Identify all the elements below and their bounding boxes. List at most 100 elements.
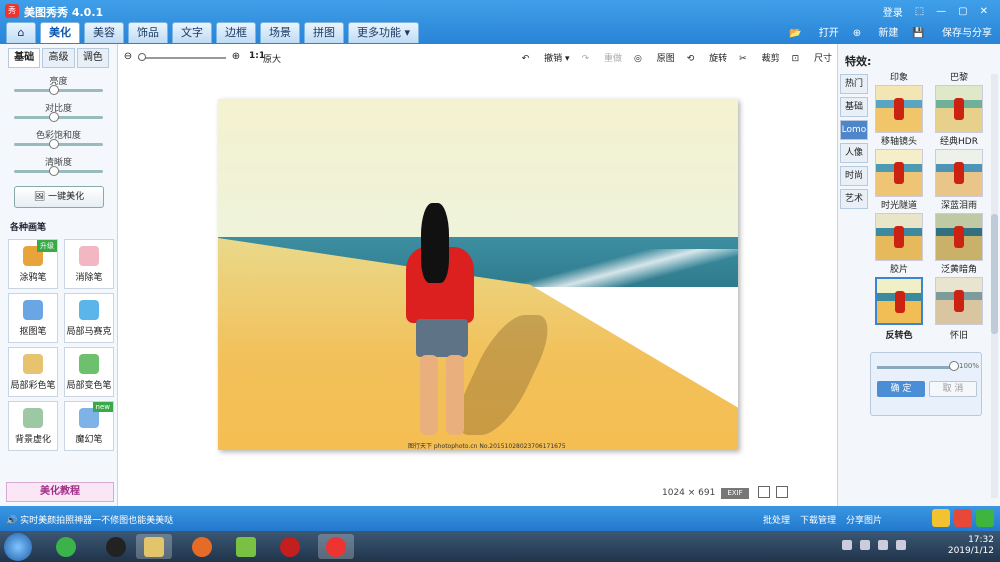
zoom-in-icon[interactable]: ⊕ (230, 51, 242, 63)
taskbar-app-360-icon[interactable] (48, 534, 84, 559)
eraser-brush-button[interactable]: 消除笔 (64, 239, 114, 289)
sub-tab-basic[interactable]: 基础 (8, 48, 41, 68)
taskbar-app-explorer-icon[interactable] (136, 534, 172, 559)
intensity-slider[interactable] (877, 366, 955, 369)
tray-clock[interactable]: 17:32 2019/1/12 (948, 535, 994, 557)
network-icon[interactable] (878, 540, 888, 550)
new-button[interactable]: ⊕ 新建 (853, 24, 899, 39)
one-key-beautify-button[interactable]: 🖼 一键美化 (14, 186, 104, 208)
category-hot[interactable]: 热门 (840, 74, 868, 94)
slider-knob[interactable] (49, 112, 59, 122)
category-fashion[interactable]: 时尚 (840, 166, 868, 186)
sub-tab-advanced[interactable]: 高级 (42, 48, 75, 68)
magic-brush-button[interactable]: 魔幻笔 new (64, 401, 114, 451)
tab-collage[interactable]: 拼图 (304, 22, 344, 43)
taskbar-app-video-icon[interactable] (228, 534, 264, 559)
brightness-slider[interactable]: 亮度 (8, 72, 109, 99)
batch-process-button[interactable]: 批处理 (763, 513, 790, 526)
tab-beautify[interactable]: 美化 (40, 22, 80, 43)
redo-button[interactable]: ↷ 重做 (582, 51, 622, 64)
keyboard-icon[interactable] (842, 540, 852, 550)
saturation-slider[interactable]: 色彩饱和度 (8, 126, 109, 153)
effect-item[interactable]: 胶片 (870, 264, 928, 325)
effect-item[interactable]: 深蓝泪雨 (930, 200, 988, 261)
save-share-button[interactable]: 💾 保存与分享 (912, 24, 992, 39)
volume-icon[interactable] (896, 540, 906, 550)
status-tip[interactable]: 🔊 实时美颜拍照神器一不修图也能美美哒 (6, 513, 173, 526)
taskbar-app-firefox-icon[interactable] (184, 534, 220, 559)
doodle-brush-button[interactable]: 涂鸦笔 升级 (8, 239, 58, 289)
effect-thumbnail[interactable] (935, 149, 983, 197)
tab-scene[interactable]: 场景 (260, 22, 300, 43)
effect-thumbnail[interactable] (935, 85, 983, 133)
compare-icon[interactable] (758, 486, 770, 498)
category-lomo[interactable]: Lomo (840, 120, 868, 140)
undo-button[interactable]: ↶ 撤销 ▾ (522, 51, 570, 64)
effect-item[interactable]: 时光隧道 (870, 200, 928, 261)
effect-thumbnail[interactable] (875, 277, 923, 325)
slider-knob[interactable] (49, 166, 59, 176)
effect-item[interactable]: 巴黎 (930, 72, 988, 133)
scrollbar-thumb[interactable] (991, 214, 998, 334)
taskbar-app-recorder-icon[interactable] (272, 534, 308, 559)
original-image-button[interactable]: ◎ 原图 (634, 51, 675, 64)
sub-tab-color[interactable]: 调色 (76, 48, 109, 68)
confirm-button[interactable]: 确 定 (877, 381, 925, 397)
cutout-brush-button[interactable]: 抠图笔 (8, 293, 58, 343)
maximize-icon[interactable]: ▢ (958, 6, 967, 17)
effect-item[interactable]: 印象 (870, 72, 928, 133)
background-blur-button[interactable]: 背景虚化 (8, 401, 58, 451)
star-icon[interactable] (932, 509, 950, 527)
crop-button[interactable]: ✂ 裁剪 (739, 51, 779, 64)
resize-button[interactable]: ⊡ 尺寸 (792, 51, 832, 64)
minimize-icon[interactable]: — (936, 6, 946, 17)
download-manager-button[interactable]: 下载管理 (800, 513, 836, 526)
slider-knob[interactable] (49, 139, 59, 149)
tab-accessories[interactable]: 饰品 (128, 22, 168, 43)
category-portrait[interactable]: 人像 (840, 143, 868, 163)
plus-icon[interactable] (976, 509, 994, 527)
sharpness-slider[interactable]: 清晰度 (8, 153, 109, 180)
cancel-button[interactable]: 取 消 (929, 381, 977, 397)
mosaic-brush-button[interactable]: 局部马赛克 (64, 293, 114, 343)
recolor-brush-button[interactable]: 局部变色笔 (64, 347, 114, 397)
photo-canvas[interactable]: 图行天下 photophoto.cn No.201510280237061716… (218, 99, 738, 450)
intensity-slider-knob[interactable] (949, 361, 959, 371)
zoom-slider-knob[interactable] (138, 53, 146, 61)
tutorial-button[interactable]: 美化教程 (6, 482, 114, 502)
zoom-slider[interactable] (138, 57, 226, 59)
share-image-button[interactable]: 分享图片 (846, 513, 882, 526)
effect-thumbnail[interactable] (935, 213, 983, 261)
effect-item[interactable]: 移轴镜头 (870, 136, 928, 197)
exif-badge[interactable]: EXIF (721, 488, 749, 499)
effect-thumbnail[interactable] (875, 85, 923, 133)
effect-thumbnail[interactable] (875, 149, 923, 197)
contrast-slider[interactable]: 对比度 (8, 99, 109, 126)
rotate-button[interactable]: ⟲ 旋转 (687, 51, 727, 64)
login-link[interactable]: 登录 (883, 4, 903, 19)
original-size-label[interactable]: 原大 (263, 52, 281, 65)
effect-thumbnail[interactable] (875, 213, 923, 261)
tab-beauty[interactable]: 美容 (84, 22, 124, 43)
zoom-out-icon[interactable]: ⊖ (122, 51, 134, 63)
effect-item[interactable]: 经典HDR (930, 136, 988, 197)
taskbar-app-meitu-icon[interactable] (318, 534, 354, 559)
start-button-icon[interactable] (4, 533, 32, 561)
slider-knob[interactable] (49, 85, 59, 95)
home-icon[interactable]: ⌂ (6, 22, 36, 43)
effect-item[interactable]: 泛黄暗角 (930, 264, 988, 325)
category-basic[interactable]: 基础 (840, 97, 868, 117)
tab-text[interactable]: 文字 (172, 22, 212, 43)
menu-icon[interactable]: ⬚ (915, 6, 924, 17)
open-button[interactable]: 📂 打开 (789, 24, 839, 39)
weibo-icon[interactable] (954, 509, 972, 527)
effect-thumbnail[interactable] (935, 277, 983, 325)
tab-more[interactable]: 更多功能 ▾ (348, 22, 420, 43)
fullscreen-icon[interactable] (776, 486, 788, 498)
close-icon[interactable]: ✕ (980, 6, 988, 17)
category-art[interactable]: 艺术 (840, 189, 868, 209)
effects-scrollbar[interactable] (991, 74, 998, 498)
color-brush-button[interactable]: 局部彩色笔 (8, 347, 58, 397)
tray-arrow-icon[interactable] (860, 540, 870, 550)
tab-frame[interactable]: 边框 (216, 22, 256, 43)
